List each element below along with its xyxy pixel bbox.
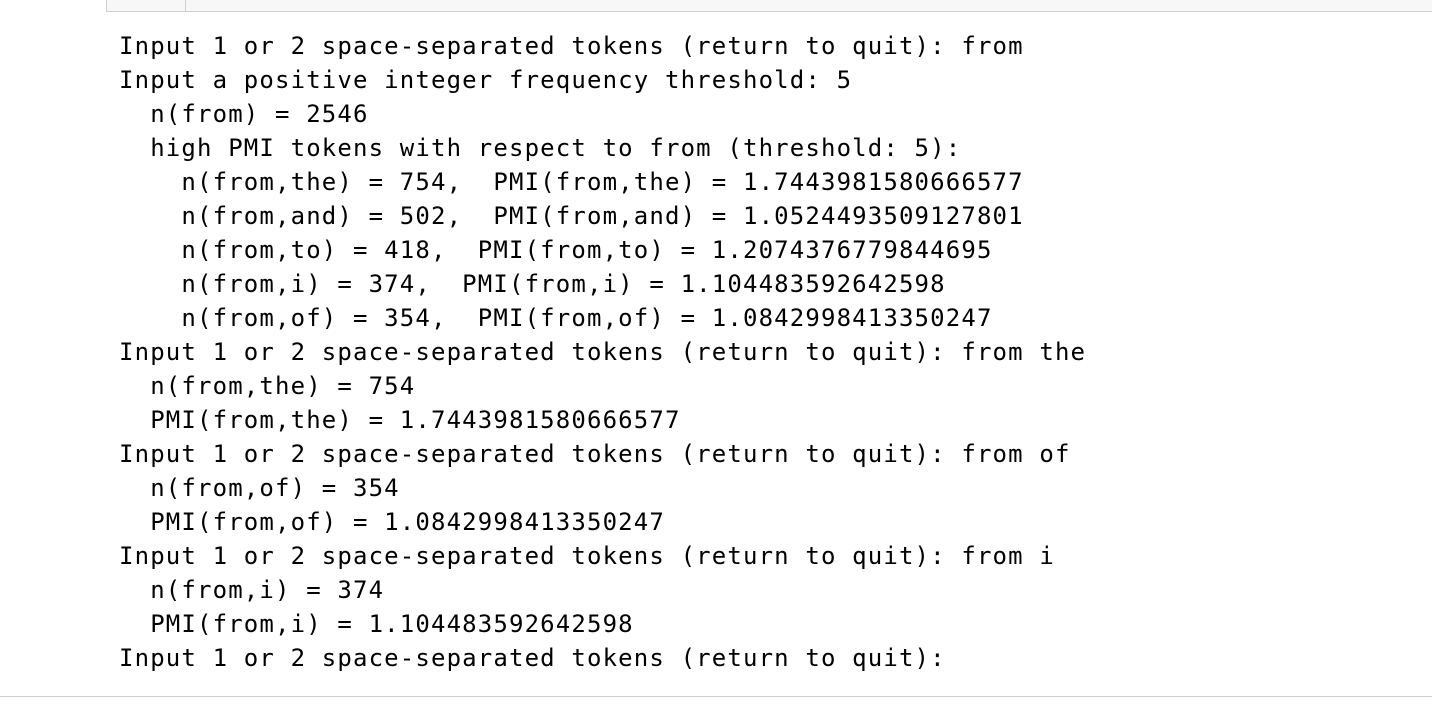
cell-bottom-border — [0, 696, 1432, 697]
output-line: Input a positive integer frequency thres… — [119, 66, 853, 94]
output-line: n(from,the) = 754, PMI(from,the) = 1.744… — [119, 168, 1024, 196]
output-line: Input 1 or 2 space-separated tokens (ret… — [119, 542, 1055, 570]
output-line: high PMI tokens with respect to from (th… — [119, 134, 962, 162]
output-line: n(from) = 2546 — [119, 100, 369, 128]
cell-output-area: Input 1 or 2 space-separated tokens (ret… — [119, 29, 1419, 675]
output-line: n(from,and) = 502, PMI(from,and) = 1.052… — [119, 202, 1024, 230]
output-line: n(from,to) = 418, PMI(from,to) = 1.20743… — [119, 236, 993, 264]
previous-cell[interactable] — [106, 0, 1432, 12]
output-line: n(from,of) = 354, PMI(from,of) = 1.08429… — [119, 304, 993, 332]
output-line: PMI(from,i) = 1.104483592642598 — [119, 610, 634, 638]
notebook-page: Input 1 or 2 space-separated tokens (ret… — [0, 0, 1432, 704]
cell-prompt-divider — [185, 0, 186, 11]
output-line: Input 1 or 2 space-separated tokens (ret… — [119, 440, 1071, 468]
output-line: Input 1 or 2 space-separated tokens (ret… — [119, 32, 1024, 60]
output-line: n(from,the) = 754 — [119, 372, 416, 400]
output-line: Input 1 or 2 space-separated tokens (ret… — [119, 338, 1087, 366]
output-line: n(from,i) = 374, PMI(from,i) = 1.1044835… — [119, 270, 946, 298]
output-line: n(from,i) = 374 — [119, 576, 385, 604]
input-prompt-line[interactable]: Input 1 or 2 space-separated tokens (ret… — [119, 641, 1419, 675]
output-line: PMI(from,of) = 1.0842998413350247 — [119, 508, 665, 536]
output-line: n(from,of) = 354 — [119, 474, 400, 502]
output-line: PMI(from,the) = 1.7443981580666577 — [119, 406, 681, 434]
